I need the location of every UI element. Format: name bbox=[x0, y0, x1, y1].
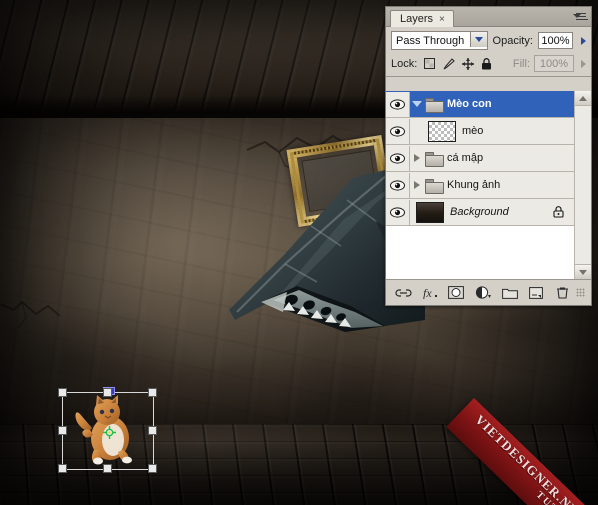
layer-row[interactable]: mèo bbox=[386, 118, 574, 145]
svg-text:fx: fx bbox=[423, 286, 432, 299]
fill-label: Fill: bbox=[512, 57, 530, 70]
selected-object-kitten[interactable] bbox=[58, 387, 157, 473]
layers-list[interactable]: Mèo con mèo cá mập Khung ảnh Background bbox=[386, 91, 574, 279]
lock-image-pixels-icon[interactable] bbox=[442, 57, 455, 70]
layer-name: Background bbox=[450, 206, 509, 218]
adjustment-layer-icon[interactable] bbox=[470, 282, 497, 304]
layers-scrollbar[interactable] bbox=[574, 91, 591, 279]
layer-mask-icon[interactable] bbox=[443, 282, 470, 304]
panel-resize-grip[interactable] bbox=[576, 288, 586, 297]
layer-name: Khung ảnh bbox=[447, 179, 501, 191]
panel-menu-icon[interactable] bbox=[573, 11, 588, 23]
lock-all-icon[interactable] bbox=[480, 57, 493, 70]
layer-row[interactable]: Mèo con bbox=[386, 91, 574, 118]
scroll-up-icon[interactable] bbox=[575, 91, 591, 106]
new-group-icon[interactable] bbox=[496, 282, 523, 304]
lock-transparent-pixels-icon[interactable] bbox=[423, 57, 436, 70]
layer-thumbnail[interactable] bbox=[416, 201, 444, 223]
folder-icon bbox=[425, 97, 444, 113]
lock-label: Lock: bbox=[391, 57, 418, 70]
tab-close-icon[interactable]: × bbox=[439, 14, 445, 25]
blend-mode-row: Pass Through Opacity: 100% bbox=[386, 27, 591, 53]
wall-crack-2-icon bbox=[0, 300, 60, 329]
layer-row[interactable]: Background bbox=[386, 199, 574, 226]
new-layer-icon[interactable] bbox=[523, 282, 550, 304]
layer-visibility-toggle[interactable] bbox=[386, 199, 410, 225]
tab-layers[interactable]: Layers × bbox=[390, 10, 454, 27]
screen: VIETDESIGNER.NET TUTORIAL – ✕ Layers × P… bbox=[0, 0, 598, 505]
transform-handle-mr[interactable] bbox=[148, 426, 157, 435]
layer-visibility-toggle[interactable] bbox=[386, 172, 410, 198]
chevron-down-icon[interactable] bbox=[469, 32, 487, 47]
transform-handle-br[interactable] bbox=[148, 464, 157, 473]
layer-name: Mèo con bbox=[447, 98, 492, 110]
blend-mode-value: Pass Through bbox=[396, 34, 465, 47]
transform-handle-tr[interactable] bbox=[148, 388, 157, 397]
folder-icon bbox=[425, 178, 444, 194]
tab-layers-label: Layers bbox=[400, 13, 434, 25]
layer-thumbnail[interactable] bbox=[428, 120, 456, 142]
scroll-down-icon[interactable] bbox=[575, 264, 591, 279]
transform-handle-tl[interactable] bbox=[58, 388, 67, 397]
delete-layer-icon[interactable] bbox=[549, 282, 576, 304]
layer-style-icon[interactable]: fx bbox=[417, 282, 444, 304]
chevron-right-icon[interactable] bbox=[410, 181, 424, 189]
opacity-slider-arrow-icon[interactable] bbox=[581, 36, 586, 45]
layer-name: cá mập bbox=[447, 152, 484, 164]
blend-mode-select[interactable]: Pass Through bbox=[391, 31, 488, 50]
layer-locked-icon bbox=[553, 206, 564, 218]
folder-icon bbox=[425, 151, 444, 167]
layers-list-wrapper: Mèo con mèo cá mập Khung ảnh Background bbox=[386, 91, 591, 279]
transform-handle-tc[interactable] bbox=[103, 388, 112, 397]
layers-panel-footer: fx bbox=[386, 279, 591, 305]
fill-group: Fill: 100% bbox=[513, 55, 586, 72]
layer-visibility-toggle[interactable] bbox=[386, 91, 410, 117]
layer-visibility-toggle[interactable] bbox=[386, 145, 410, 171]
chevron-down-icon[interactable] bbox=[410, 101, 424, 107]
layer-row[interactable]: Khung ảnh bbox=[386, 172, 574, 199]
link-layers-icon[interactable] bbox=[390, 282, 417, 304]
layer-visibility-toggle[interactable] bbox=[386, 118, 410, 144]
transform-handle-ml[interactable] bbox=[58, 426, 67, 435]
panel-tabstrip: Layers × bbox=[386, 7, 591, 27]
layer-name: mèo bbox=[462, 125, 484, 137]
fill-slider-arrow-icon[interactable] bbox=[581, 59, 586, 68]
opacity-label: Opacity: bbox=[492, 34, 533, 47]
lock-position-icon[interactable] bbox=[461, 57, 474, 70]
opacity-input[interactable]: 100% bbox=[537, 32, 573, 49]
transform-handle-bc[interactable] bbox=[103, 464, 112, 473]
layer-row[interactable]: cá mập bbox=[386, 145, 574, 172]
lock-row: Lock: Fill: 100% bbox=[386, 53, 591, 77]
transform-reference-point-icon[interactable] bbox=[103, 426, 116, 439]
layers-panel[interactable]: – ✕ Layers × Pass Through Opacity: 100% … bbox=[385, 6, 592, 306]
fill-input[interactable]: 100% bbox=[534, 55, 574, 72]
transform-handle-bl[interactable] bbox=[58, 464, 67, 473]
chevron-right-icon[interactable] bbox=[410, 154, 424, 162]
